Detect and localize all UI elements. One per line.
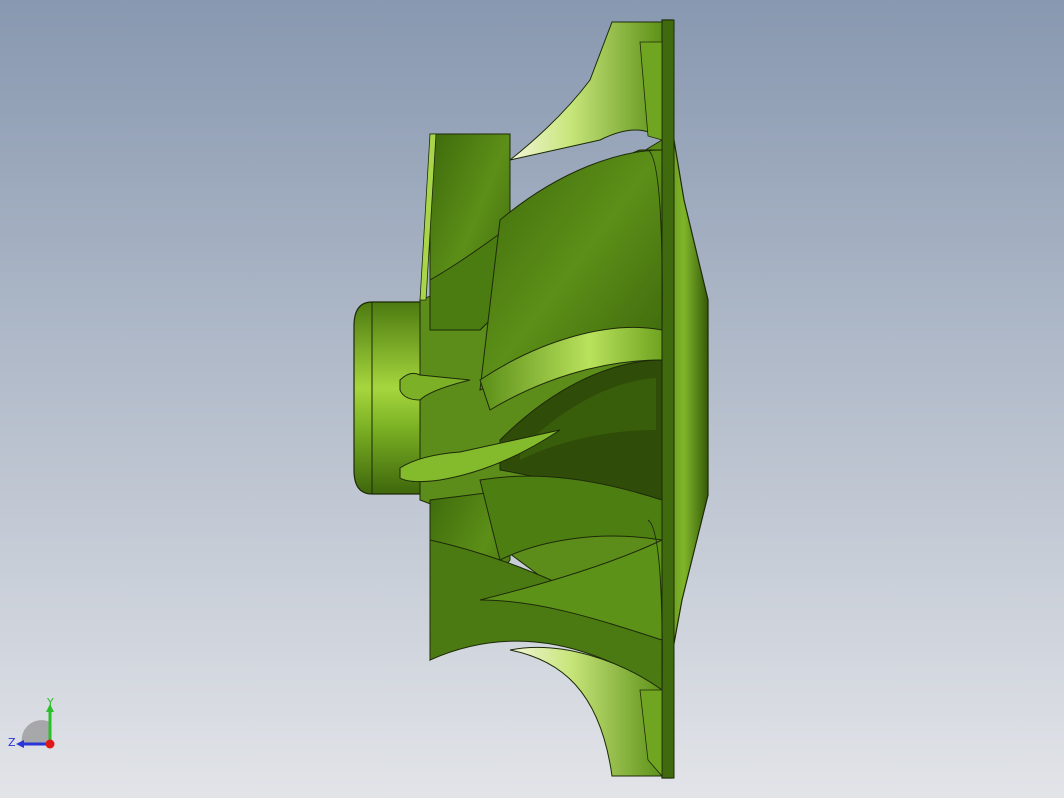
triad-z-label: Z: [8, 736, 16, 749]
model-surface: [16, 740, 24, 748]
graphics-viewport[interactable]: Y Z: [0, 0, 1064, 798]
triad-y-label: Y: [46, 696, 54, 709]
model-view[interactable]: [0, 0, 1064, 798]
triad-x-axis: [45, 739, 55, 749]
orientation-triad[interactable]: Y Z: [6, 696, 66, 756]
disk-rim: [661, 19, 675, 779]
triad-base: [21, 720, 50, 744]
